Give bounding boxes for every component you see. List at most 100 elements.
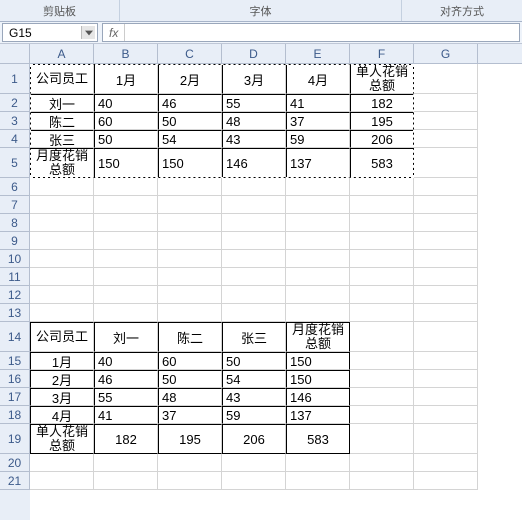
cell-B1[interactable]: 1月 (94, 64, 158, 94)
cell-F1[interactable]: 单人花销总额 (350, 64, 414, 94)
cell-E1[interactable]: 4月 (286, 64, 350, 94)
cell-B8[interactable] (94, 214, 158, 232)
row-header-3[interactable]: 3 (0, 112, 30, 130)
cell-F5[interactable]: 583 (350, 148, 414, 178)
cell-D14[interactable]: 张三 (222, 322, 286, 352)
cell-C16[interactable]: 50 (158, 370, 222, 388)
cell-B5[interactable]: 150 (94, 148, 158, 178)
row-header-4[interactable]: 4 (0, 130, 30, 148)
cell-A11[interactable] (30, 268, 94, 286)
cell-F14[interactable] (350, 322, 414, 352)
cell-A18[interactable]: 4月 (30, 406, 94, 424)
row-header-17[interactable]: 17 (0, 388, 30, 406)
cell-D16[interactable]: 54 (222, 370, 286, 388)
cell-E5[interactable]: 137 (286, 148, 350, 178)
cell-G13[interactable] (414, 304, 478, 322)
cell-D7[interactable] (222, 196, 286, 214)
cell-A14[interactable]: 公司员工 (30, 322, 94, 352)
cell-A4[interactable]: 张三 (30, 130, 94, 148)
row-header-20[interactable]: 20 (0, 454, 30, 472)
row-header-9[interactable]: 9 (0, 232, 30, 250)
cell-C21[interactable] (158, 472, 222, 490)
cell-A17[interactable]: 3月 (30, 388, 94, 406)
cell-G9[interactable] (414, 232, 478, 250)
cell-E21[interactable] (286, 472, 350, 490)
cell-D6[interactable] (222, 178, 286, 196)
cell-C20[interactable] (158, 454, 222, 472)
cell-G14[interactable] (414, 322, 478, 352)
ribbon-group-font[interactable]: 字体 (120, 0, 402, 21)
cell-G1[interactable] (414, 64, 478, 94)
cell-D9[interactable] (222, 232, 286, 250)
cell-F13[interactable] (350, 304, 414, 322)
row-header-6[interactable]: 6 (0, 178, 30, 196)
cell-A20[interactable] (30, 454, 94, 472)
cell-C4[interactable]: 54 (158, 130, 222, 148)
cell-C5[interactable]: 150 (158, 148, 222, 178)
col-header-E[interactable]: E (286, 44, 350, 63)
cell-D1[interactable]: 3月 (222, 64, 286, 94)
cell-G7[interactable] (414, 196, 478, 214)
cell-G5[interactable] (414, 148, 478, 178)
cell-B13[interactable] (94, 304, 158, 322)
cell-area[interactable]: 公司员工1月2月3月4月单人花销总额刘一40465541182陈二6050483… (30, 64, 522, 520)
cell-E7[interactable] (286, 196, 350, 214)
cell-A13[interactable] (30, 304, 94, 322)
cell-A1[interactable]: 公司员工 (30, 64, 94, 94)
cell-C15[interactable]: 60 (158, 352, 222, 370)
cell-F10[interactable] (350, 250, 414, 268)
row-header-12[interactable]: 12 (0, 286, 30, 304)
cell-E16[interactable]: 150 (286, 370, 350, 388)
row-header-5[interactable]: 5 (0, 148, 30, 178)
cell-D13[interactable] (222, 304, 286, 322)
row-header-18[interactable]: 18 (0, 406, 30, 424)
cell-B18[interactable]: 41 (94, 406, 158, 424)
cell-C18[interactable]: 37 (158, 406, 222, 424)
cell-C13[interactable] (158, 304, 222, 322)
cell-G10[interactable] (414, 250, 478, 268)
cell-E18[interactable]: 137 (286, 406, 350, 424)
cell-B20[interactable] (94, 454, 158, 472)
cell-F12[interactable] (350, 286, 414, 304)
cell-G3[interactable] (414, 112, 478, 130)
col-header-G[interactable]: G (414, 44, 478, 63)
col-header-A[interactable]: A (30, 44, 94, 63)
cell-A12[interactable] (30, 286, 94, 304)
cell-A19[interactable]: 单人花销总额 (30, 424, 94, 454)
col-header-B[interactable]: B (94, 44, 158, 63)
cell-C7[interactable] (158, 196, 222, 214)
cell-F15[interactable] (350, 352, 414, 370)
cell-G11[interactable] (414, 268, 478, 286)
cell-C14[interactable]: 陈二 (158, 322, 222, 352)
cell-C8[interactable] (158, 214, 222, 232)
ribbon-group-clipboard[interactable]: 剪贴板 (0, 0, 120, 21)
cell-B15[interactable]: 40 (94, 352, 158, 370)
cell-B3[interactable]: 60 (94, 112, 158, 130)
cell-E11[interactable] (286, 268, 350, 286)
cell-C17[interactable]: 48 (158, 388, 222, 406)
cell-D5[interactable]: 146 (222, 148, 286, 178)
cell-C10[interactable] (158, 250, 222, 268)
cell-D2[interactable]: 55 (222, 94, 286, 112)
row-header-16[interactable]: 16 (0, 370, 30, 388)
cell-E10[interactable] (286, 250, 350, 268)
cell-G20[interactable] (414, 454, 478, 472)
cell-B17[interactable]: 55 (94, 388, 158, 406)
cell-F17[interactable] (350, 388, 414, 406)
cell-F19[interactable] (350, 424, 414, 454)
cell-G6[interactable] (414, 178, 478, 196)
cell-G17[interactable] (414, 388, 478, 406)
row-header-11[interactable]: 11 (0, 268, 30, 286)
cell-B19[interactable]: 182 (94, 424, 158, 454)
cell-A6[interactable] (30, 178, 94, 196)
cell-D12[interactable] (222, 286, 286, 304)
cell-E20[interactable] (286, 454, 350, 472)
cell-C6[interactable] (158, 178, 222, 196)
cell-G15[interactable] (414, 352, 478, 370)
cell-E8[interactable] (286, 214, 350, 232)
ribbon-group-alignment[interactable]: 对齐方式 (402, 0, 522, 21)
cell-E12[interactable] (286, 286, 350, 304)
cell-C2[interactable]: 46 (158, 94, 222, 112)
cell-C12[interactable] (158, 286, 222, 304)
cell-A16[interactable]: 2月 (30, 370, 94, 388)
